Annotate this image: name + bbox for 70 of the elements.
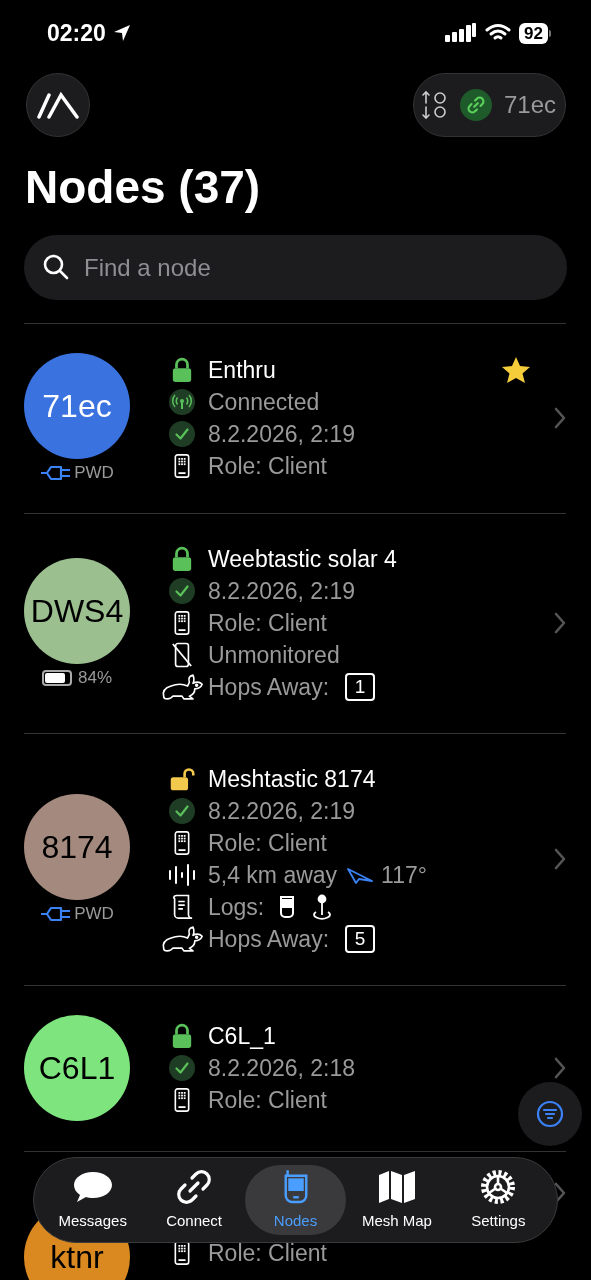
node-name: Enthru xyxy=(208,355,276,385)
tab-item[interactable]: Mesh Map xyxy=(346,1165,448,1235)
scroll-icon xyxy=(170,894,194,920)
chevron-icon[interactable] xyxy=(553,406,567,430)
battery-level: 92 xyxy=(519,22,548,44)
plug-icon xyxy=(40,464,73,482)
link-icon xyxy=(176,1167,213,1206)
chevron-icon[interactable] xyxy=(553,1056,567,1080)
node-detail: Hops Away: xyxy=(208,672,330,702)
node-avatar: DWS4 xyxy=(24,558,130,664)
connection-button[interactable]: 71ec xyxy=(413,73,566,137)
status-time: 02:20 xyxy=(47,18,106,48)
phone-slash-icon xyxy=(171,642,193,668)
sort-icon xyxy=(420,89,448,121)
node-avatar: 71ec xyxy=(24,353,130,459)
node-detail: Role: Client xyxy=(208,451,327,481)
phone-icon xyxy=(174,1240,190,1266)
direction-icon xyxy=(347,866,374,884)
search-icon xyxy=(42,253,70,281)
signal-icon xyxy=(445,23,478,43)
node-name: C6L_1 xyxy=(208,1021,276,1051)
node-detail: 8.2.2026, 2:19 xyxy=(208,419,356,449)
node-name: Weebtastic solar 4 xyxy=(208,544,397,574)
checkmark-icon xyxy=(169,798,195,824)
device-icon xyxy=(278,895,297,919)
search-field[interactable]: Find a node xyxy=(24,235,567,300)
power-label: 84% xyxy=(78,667,112,690)
checkmark-icon xyxy=(169,421,195,447)
hops-count: 5 xyxy=(345,925,376,953)
antenna-icon xyxy=(169,389,195,415)
hops-count: 1 xyxy=(345,673,376,701)
checkmark-icon xyxy=(169,1055,195,1081)
node-name: Meshtastic 8174 xyxy=(208,764,376,794)
node-detail: Connected xyxy=(208,387,320,417)
phone-icon xyxy=(174,453,190,479)
tab-item[interactable]: Nodes xyxy=(244,1165,347,1235)
logo-icon xyxy=(36,91,80,119)
node-detail: Role: Client xyxy=(208,608,327,638)
power-label: PWD xyxy=(74,462,114,485)
phone-icon xyxy=(174,830,190,856)
node-detail: Role: Client xyxy=(208,1085,327,1115)
bearing-text: 117° xyxy=(381,860,427,890)
rabbit-icon xyxy=(160,672,204,702)
tab-item[interactable]: Messages xyxy=(42,1165,144,1235)
filter-icon xyxy=(536,1100,564,1128)
bars-icon xyxy=(168,863,196,887)
node-detail: 5,4 km away xyxy=(208,860,338,890)
settings-icon xyxy=(479,1167,518,1206)
phone-icon xyxy=(174,610,190,636)
tab-item[interactable]: Settings xyxy=(447,1165,550,1235)
node-detail: Unmonitored xyxy=(208,640,340,670)
plug-icon xyxy=(40,905,73,923)
chevron-icon[interactable] xyxy=(553,611,567,635)
rabbit-icon xyxy=(160,924,204,954)
chevron-icon[interactable] xyxy=(553,847,567,871)
node-detail: 8.2.2026, 2:18 xyxy=(208,1053,356,1083)
page-title: Nodes (37) xyxy=(24,160,262,215)
node-detail: Logs: xyxy=(208,892,265,922)
power-label: PWD xyxy=(74,903,114,926)
node-avatar: C6L1 xyxy=(24,1015,130,1121)
node-detail: Role: Client xyxy=(208,1238,327,1268)
node-detail: Role: Client xyxy=(208,828,327,858)
node-avatar: 8174 xyxy=(24,794,130,900)
battery-icon xyxy=(42,670,72,686)
node-detail: 8.2.2026, 2:19 xyxy=(208,576,356,606)
checkmark-icon xyxy=(169,578,195,604)
phone-icon xyxy=(174,1087,190,1113)
tab-item[interactable]: Connect xyxy=(143,1165,245,1235)
node-detail: 8.2.2026, 2:19 xyxy=(208,796,356,826)
node-detail: Hops Away: xyxy=(208,924,330,954)
